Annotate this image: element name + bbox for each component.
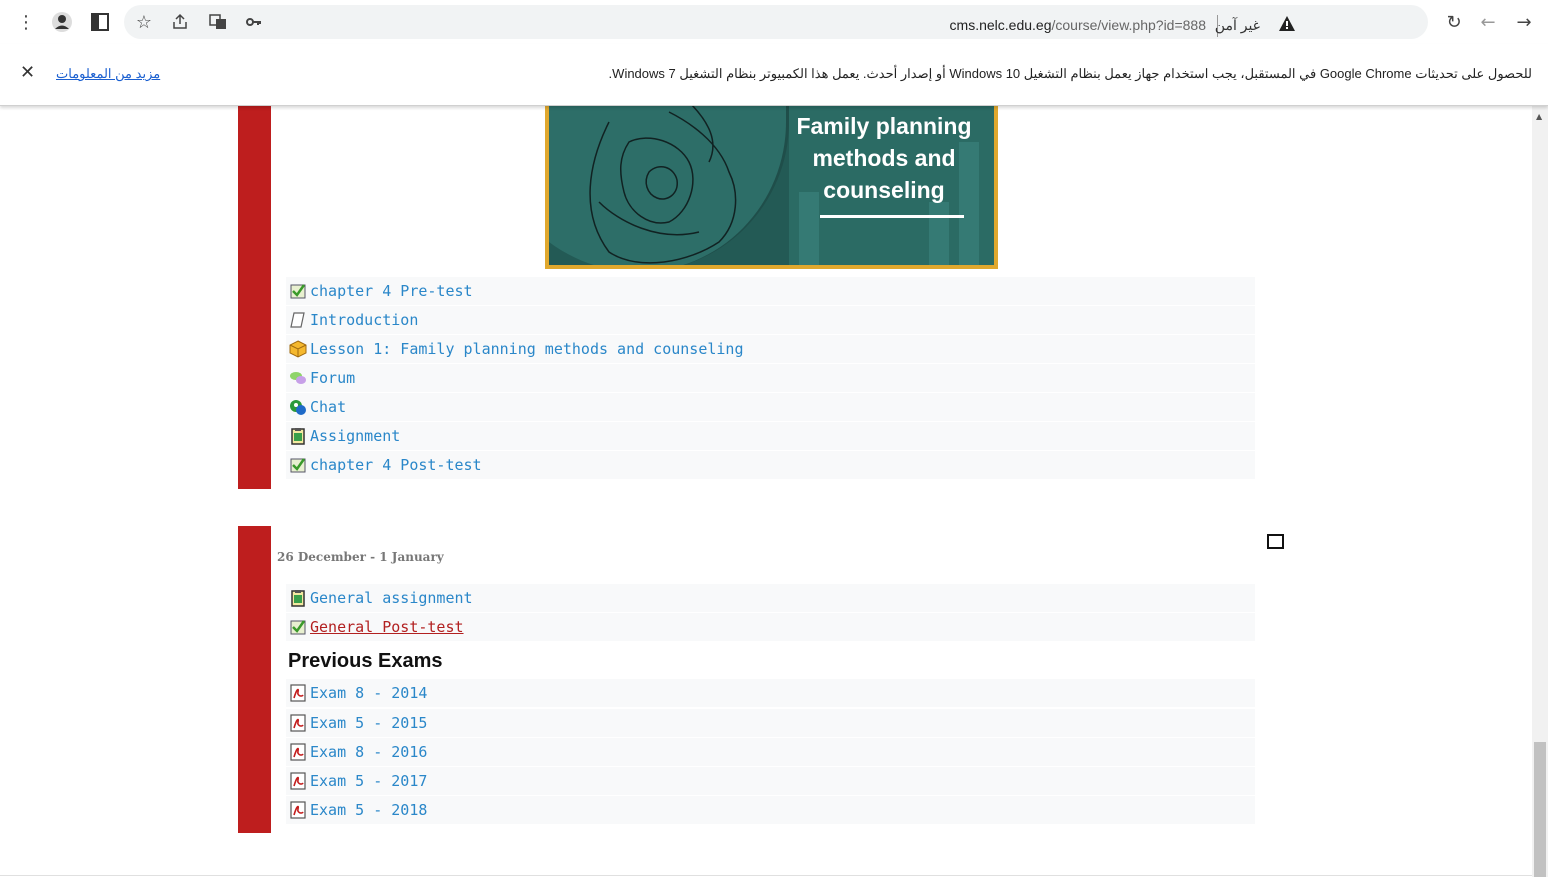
previous-exams-heading: Previous Exams <box>288 650 443 672</box>
forum-icon <box>288 368 308 388</box>
back-icon[interactable]: ← <box>1474 8 1502 36</box>
vertical-scrollbar[interactable]: ▲ <box>1532 106 1548 877</box>
quiz-icon <box>288 281 308 301</box>
menu-icon[interactable]: ⋮ <box>12 8 40 36</box>
pdf-icon <box>288 742 308 762</box>
pdf-icon <box>288 800 308 820</box>
activity-row[interactable]: Chat <box>286 393 1255 421</box>
section-checkbox[interactable] <box>1267 534 1284 549</box>
assignment-icon <box>288 588 308 608</box>
activity-row[interactable]: Assignment <box>286 422 1255 450</box>
section-marker-1 <box>238 106 271 489</box>
close-icon[interactable]: ✕ <box>20 62 35 83</box>
scroll-up-icon[interactable]: ▲ <box>1536 112 1542 121</box>
mother-child-illustration <box>589 106 737 264</box>
section-marker-2 <box>238 526 271 833</box>
activity-row[interactable]: General assignment <box>286 584 1255 612</box>
key-icon[interactable] <box>240 8 268 36</box>
activity-link[interactable]: chapter 4 Post-test <box>310 456 482 474</box>
section-banner-image: Family planning methods and counseling <box>545 106 998 269</box>
chat-icon <box>288 397 308 417</box>
activity-row[interactable]: chapter 4 Pre-test <box>286 277 1255 305</box>
exam-row[interactable]: Exam 5 - 2015 <box>286 709 1255 737</box>
pdf-icon <box>288 713 308 733</box>
exam-link[interactable]: Exam 5 - 2018 <box>310 801 427 819</box>
exam-link[interactable]: Exam 8 - 2016 <box>310 743 427 761</box>
page-icon <box>288 310 308 330</box>
exam-row[interactable]: Exam 8 - 2014 <box>286 679 1255 707</box>
infobar-message: للحصول على تحديثات Google Chrome في المس… <box>608 66 1532 81</box>
pdf-icon <box>288 771 308 791</box>
address-bar[interactable]: ☆ cms.nelc.edu.eg/course/view.php?id=888… <box>124 5 1428 39</box>
section-date: 26 December - 1 January <box>277 550 444 564</box>
share-icon[interactable] <box>166 8 194 36</box>
course-page: Family planning methods and counseling c… <box>0 106 1532 877</box>
exam-link[interactable]: Exam 8 - 2014 <box>310 684 427 702</box>
learn-more-link[interactable]: مزيد من المعلومات <box>56 66 160 82</box>
url-host: cms.nelc.edu.eg <box>949 17 1052 33</box>
exam-row[interactable]: Exam 5 - 2017 <box>286 767 1255 795</box>
exam-link[interactable]: Exam 5 - 2015 <box>310 714 427 732</box>
reload-icon[interactable]: ↻ <box>1440 8 1468 36</box>
sidebar-icon[interactable] <box>86 8 114 36</box>
activity-row[interactable]: Introduction <box>286 306 1255 334</box>
exam-link[interactable]: Exam 5 - 2017 <box>310 772 427 790</box>
star-icon[interactable]: ☆ <box>130 8 158 36</box>
activity-row[interactable]: chapter 4 Post-test <box>286 451 1255 479</box>
update-infobar: للحصول على تحديثات Google Chrome في المس… <box>0 44 1548 106</box>
scrollbar-thumb[interactable] <box>1534 742 1546 877</box>
package-icon <box>288 339 308 359</box>
url-path: /course/view.php?id=888 <box>1051 17 1207 33</box>
activity-link[interactable]: Chat <box>310 398 346 416</box>
url-text[interactable]: cms.nelc.edu.eg/course/view.php?id=888 <box>950 17 1206 33</box>
warning-icon[interactable] <box>1278 15 1296 38</box>
activity-row[interactable]: Forum <box>286 364 1255 392</box>
activity-link[interactable]: Introduction <box>310 311 418 329</box>
activity-link[interactable]: General Post-test <box>310 618 464 636</box>
quiz-icon <box>288 455 308 475</box>
forward-icon[interactable]: → <box>1510 8 1538 36</box>
profile-icon[interactable] <box>48 8 76 36</box>
activity-link[interactable]: Lesson 1: Family planning methods and co… <box>310 340 743 358</box>
exam-row[interactable]: Exam 8 - 2016 <box>286 738 1255 766</box>
banner-title: Family planning methods and counseling <box>796 113 972 203</box>
activity-link[interactable]: Assignment <box>310 427 400 445</box>
translate-icon[interactable] <box>204 8 232 36</box>
assignment-icon <box>288 426 308 446</box>
activity-link[interactable]: Forum <box>310 369 355 387</box>
footer-divider <box>0 875 1532 876</box>
activity-link[interactable]: General assignment <box>310 589 473 607</box>
activity-row[interactable]: General Post-test <box>286 613 1255 641</box>
pdf-icon <box>288 683 308 703</box>
activity-row[interactable]: Lesson 1: Family planning methods and co… <box>286 335 1255 363</box>
activity-link[interactable]: chapter 4 Pre-test <box>310 282 473 300</box>
quiz-icon <box>288 617 308 637</box>
browser-toolbar: ⋮ ☆ cms.nelc.edu.eg/course/view.php?id=8… <box>0 0 1548 44</box>
security-label[interactable]: غير آمن <box>1215 17 1260 34</box>
exam-row[interactable]: Exam 5 - 2018 <box>286 796 1255 824</box>
